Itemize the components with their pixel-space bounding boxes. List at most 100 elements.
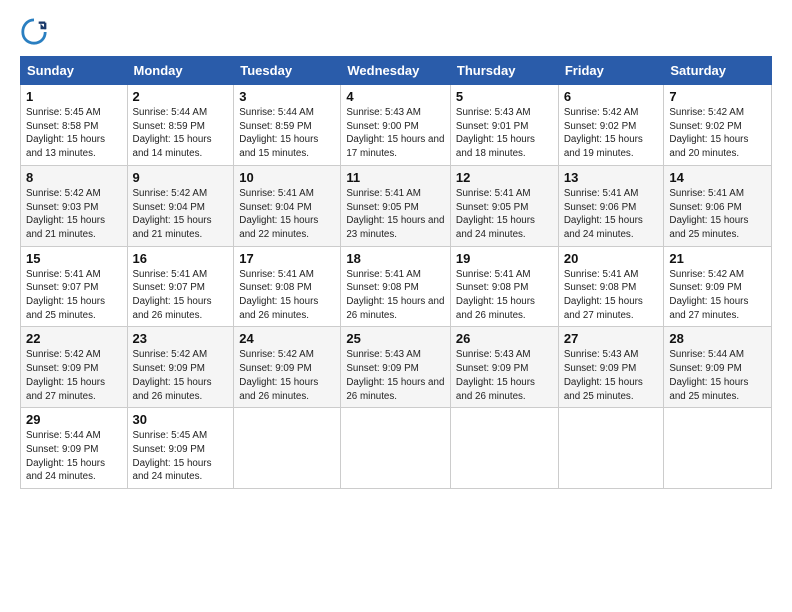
day-cell: 24 Sunrise: 5:42 AMSunset: 9:09 PMDayligh… — [234, 327, 341, 408]
day-cell: 11 Sunrise: 5:41 AMSunset: 9:05 PMDayligh… — [341, 165, 451, 246]
day-number: 7 — [669, 89, 766, 104]
day-number: 6 — [564, 89, 659, 104]
day-info: Sunrise: 5:43 AMSunset: 9:00 PMDaylight:… — [346, 106, 445, 161]
day-cell: 7 Sunrise: 5:42 AMSunset: 9:02 PMDaylight… — [664, 85, 772, 166]
day-info: Sunrise: 5:43 AMSunset: 9:09 PMDaylight:… — [456, 348, 553, 403]
day-number: 1 — [26, 89, 122, 104]
day-number: 14 — [669, 170, 766, 185]
day-number: 22 — [26, 331, 122, 346]
weekday-header-saturday: Saturday — [664, 57, 772, 85]
day-cell: 17 Sunrise: 5:41 AMSunset: 9:08 PMDayligh… — [234, 246, 341, 327]
day-info: Sunrise: 5:41 AMSunset: 9:08 PMDaylight:… — [564, 268, 659, 323]
day-info: Sunrise: 5:42 AMSunset: 9:09 PMDaylight:… — [669, 268, 766, 323]
day-info: Sunrise: 5:41 AMSunset: 9:04 PMDaylight:… — [239, 187, 335, 242]
day-info: Sunrise: 5:45 AMSunset: 9:09 PMDaylight:… — [133, 429, 229, 484]
week-row-4: 22 Sunrise: 5:42 AMSunset: 9:09 PMDayligh… — [21, 327, 772, 408]
day-info: Sunrise: 5:43 AMSunset: 9:01 PMDaylight:… — [456, 106, 553, 161]
day-number: 17 — [239, 251, 335, 266]
day-info: Sunrise: 5:44 AMSunset: 8:59 PMDaylight:… — [133, 106, 229, 161]
day-info: Sunrise: 5:44 AMSunset: 8:59 PMDaylight:… — [239, 106, 335, 161]
week-row-1: 1Sunrise: 5:45 AMSunset: 8:58 PMDaylight… — [21, 85, 772, 166]
day-number: 30 — [133, 412, 229, 427]
day-number: 8 — [26, 170, 122, 185]
day-cell: 20 Sunrise: 5:41 AMSunset: 9:08 PMDayligh… — [558, 246, 664, 327]
day-number: 26 — [456, 331, 553, 346]
day-info: Sunrise: 5:42 AMSunset: 9:09 PMDaylight:… — [239, 348, 335, 403]
day-number: 28 — [669, 331, 766, 346]
day-info: Sunrise: 5:41 AMSunset: 9:07 PMDaylight:… — [26, 268, 122, 323]
day-cell: 8 Sunrise: 5:42 AMSunset: 9:03 PMDaylight… — [21, 165, 128, 246]
day-cell: 22 Sunrise: 5:42 AMSunset: 9:09 PMDayligh… — [21, 327, 128, 408]
day-cell: 13Sunrise: 5:41 AMSunset: 9:06 PMDayligh… — [558, 165, 664, 246]
day-info: Sunrise: 5:42 AMSunset: 9:02 PMDaylight:… — [669, 106, 766, 161]
day-cell: 28 Sunrise: 5:44 AMSunset: 9:09 PMDayligh… — [664, 327, 772, 408]
day-info: Sunrise: 5:41 AMSunset: 9:06 PMDaylight:… — [564, 187, 659, 242]
header — [20, 18, 772, 46]
day-info: Sunrise: 5:43 AMSunset: 9:09 PMDaylight:… — [346, 348, 445, 403]
day-cell: 4Sunrise: 5:43 AMSunset: 9:00 PMDaylight… — [341, 85, 451, 166]
day-info: Sunrise: 5:42 AMSunset: 9:04 PMDaylight:… — [133, 187, 229, 242]
day-cell — [341, 408, 451, 489]
day-cell: 14 Sunrise: 5:41 AMSunset: 9:06 PMDayligh… — [664, 165, 772, 246]
day-info: Sunrise: 5:41 AMSunset: 9:06 PMDaylight:… — [669, 187, 766, 242]
day-cell: 10 Sunrise: 5:41 AMSunset: 9:04 PMDayligh… — [234, 165, 341, 246]
day-number: 12 — [456, 170, 553, 185]
day-info: Sunrise: 5:41 AMSunset: 9:05 PMDaylight:… — [346, 187, 445, 242]
day-info: Sunrise: 5:41 AMSunset: 9:08 PMDaylight:… — [239, 268, 335, 323]
day-cell: 9Sunrise: 5:42 AMSunset: 9:04 PMDaylight… — [127, 165, 234, 246]
day-cell: 26 Sunrise: 5:43 AMSunset: 9:09 PMDayligh… — [450, 327, 558, 408]
day-number: 3 — [239, 89, 335, 104]
week-row-2: 8 Sunrise: 5:42 AMSunset: 9:03 PMDaylight… — [21, 165, 772, 246]
day-number: 20 — [564, 251, 659, 266]
day-number: 25 — [346, 331, 445, 346]
day-number: 23 — [133, 331, 229, 346]
day-cell: 29Sunrise: 5:44 AMSunset: 9:09 PMDayligh… — [21, 408, 128, 489]
weekday-header-thursday: Thursday — [450, 57, 558, 85]
day-cell: 2 Sunrise: 5:44 AMSunset: 8:59 PMDaylight… — [127, 85, 234, 166]
day-info: Sunrise: 5:44 AMSunset: 9:09 PMDaylight:… — [669, 348, 766, 403]
day-cell: 19 Sunrise: 5:41 AMSunset: 9:08 PMDayligh… — [450, 246, 558, 327]
weekday-header-wednesday: Wednesday — [341, 57, 451, 85]
day-number: 2 — [133, 89, 229, 104]
day-number: 10 — [239, 170, 335, 185]
day-cell: 25 Sunrise: 5:43 AMSunset: 9:09 PMDayligh… — [341, 327, 451, 408]
day-info: Sunrise: 5:44 AMSunset: 9:09 PMDaylight:… — [26, 429, 122, 484]
weekday-header-sunday: Sunday — [21, 57, 128, 85]
logo — [20, 18, 52, 46]
day-info: Sunrise: 5:43 AMSunset: 9:09 PMDaylight:… — [564, 348, 659, 403]
day-cell: 23Sunrise: 5:42 AMSunset: 9:09 PMDayligh… — [127, 327, 234, 408]
day-cell: 5 Sunrise: 5:43 AMSunset: 9:01 PMDaylight… — [450, 85, 558, 166]
week-row-5: 29Sunrise: 5:44 AMSunset: 9:09 PMDayligh… — [21, 408, 772, 489]
day-cell: 6Sunrise: 5:42 AMSunset: 9:02 PMDaylight… — [558, 85, 664, 166]
day-number: 15 — [26, 251, 122, 266]
day-number: 18 — [346, 251, 445, 266]
day-info: Sunrise: 5:42 AMSunset: 9:09 PMDaylight:… — [26, 348, 122, 403]
day-cell: 21 Sunrise: 5:42 AMSunset: 9:09 PMDayligh… — [664, 246, 772, 327]
day-info: Sunrise: 5:41 AMSunset: 9:05 PMDaylight:… — [456, 187, 553, 242]
day-number: 24 — [239, 331, 335, 346]
weekday-header-row: SundayMondayTuesdayWednesdayThursdayFrid… — [21, 57, 772, 85]
day-cell — [234, 408, 341, 489]
day-number: 19 — [456, 251, 553, 266]
weekday-header-friday: Friday — [558, 57, 664, 85]
day-info: Sunrise: 5:41 AMSunset: 9:08 PMDaylight:… — [456, 268, 553, 323]
day-cell: 3 Sunrise: 5:44 AMSunset: 8:59 PMDaylight… — [234, 85, 341, 166]
calendar: SundayMondayTuesdayWednesdayThursdayFrid… — [20, 56, 772, 489]
page: SundayMondayTuesdayWednesdayThursdayFrid… — [0, 0, 792, 612]
day-cell — [558, 408, 664, 489]
day-number: 5 — [456, 89, 553, 104]
weekday-header-monday: Monday — [127, 57, 234, 85]
day-cell: 15 Sunrise: 5:41 AMSunset: 9:07 PMDayligh… — [21, 246, 128, 327]
week-row-3: 15 Sunrise: 5:41 AMSunset: 9:07 PMDayligh… — [21, 246, 772, 327]
day-info: Sunrise: 5:41 AMSunset: 9:07 PMDaylight:… — [133, 268, 229, 323]
day-number: 27 — [564, 331, 659, 346]
logo-icon — [20, 18, 48, 46]
day-cell — [450, 408, 558, 489]
day-number: 21 — [669, 251, 766, 266]
day-cell: 30 Sunrise: 5:45 AMSunset: 9:09 PMDayligh… — [127, 408, 234, 489]
day-cell: 18 Sunrise: 5:41 AMSunset: 9:08 PMDayligh… — [341, 246, 451, 327]
day-number: 11 — [346, 170, 445, 185]
day-info: Sunrise: 5:42 AMSunset: 9:03 PMDaylight:… — [26, 187, 122, 242]
day-info: Sunrise: 5:41 AMSunset: 9:08 PMDaylight:… — [346, 268, 445, 323]
day-cell: 12 Sunrise: 5:41 AMSunset: 9:05 PMDayligh… — [450, 165, 558, 246]
